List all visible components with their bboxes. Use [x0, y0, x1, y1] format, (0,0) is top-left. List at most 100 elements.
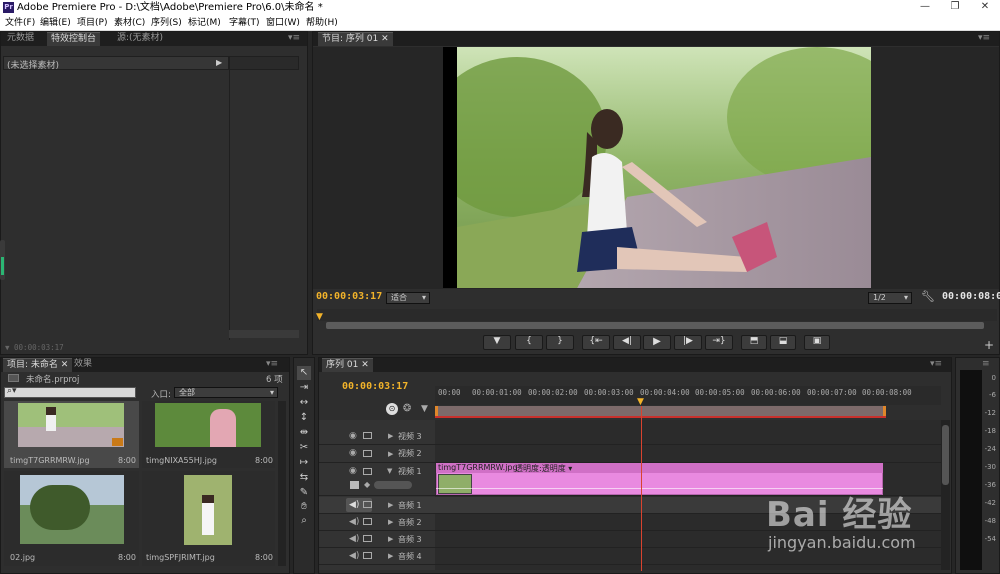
pen-tool-icon[interactable]: ✎	[297, 486, 311, 500]
panel-menu-icon[interactable]: ▾≡	[288, 33, 300, 43]
razor-tool-icon[interactable]: ✂	[297, 441, 311, 455]
eye-icon[interactable]: ◉	[349, 448, 357, 458]
speaker-icon[interactable]: ◀)	[349, 500, 359, 510]
export-frame-button[interactable]: ▣	[804, 335, 830, 350]
clip-thumbnail	[438, 474, 472, 494]
expand-arrow-icon[interactable]: ▶	[388, 518, 393, 526]
snap-icon[interactable]: ⊙	[386, 403, 398, 415]
rolling-edit-tool-icon[interactable]: ↕	[297, 411, 311, 425]
mini-timeline-header	[229, 56, 299, 70]
ripple-edit-tool-icon[interactable]: ↔	[297, 396, 311, 410]
menu-clip[interactable]: 素材(C)	[114, 16, 145, 30]
lift-button[interactable]: ⬒	[741, 335, 767, 350]
expand-arrow-icon[interactable]: ▶	[388, 535, 393, 543]
track-select-tool-icon[interactable]: ⇥	[297, 381, 311, 395]
play-button[interactable]: ▶	[643, 335, 671, 350]
work-area-bar[interactable]	[435, 406, 886, 416]
keyframe-icon[interactable]: ◆	[364, 480, 370, 489]
program-current-timecode[interactable]: 00:00:03:17	[316, 291, 382, 302]
lock-icon[interactable]	[363, 468, 372, 475]
menu-help[interactable]: 帮助(H)	[306, 16, 338, 30]
expand-arrow-icon[interactable]: ▶	[388, 450, 393, 458]
wrench-icon[interactable]: 🔧︎	[921, 290, 935, 303]
playhead-line[interactable]	[641, 406, 642, 571]
close-icon[interactable]: ✕	[970, 0, 1000, 15]
no-clip-selected-label: (未选择素材)	[7, 61, 60, 71]
project-scrollbar[interactable]	[278, 401, 286, 566]
timeline-panel-menu-icon[interactable]: ▾≡	[930, 359, 942, 369]
meter-label: -42	[984, 499, 996, 507]
menu-project[interactable]: 项目(P)	[77, 16, 107, 30]
extract-button[interactable]: ⬓	[770, 335, 796, 350]
menu-file[interactable]: 文件(F)	[5, 16, 35, 30]
speaker-icon[interactable]: ◀)	[349, 517, 359, 527]
step-forward-button[interactable]: |▶	[674, 335, 702, 350]
fit-dropdown[interactable]: 适合 ▾	[386, 292, 430, 304]
selection-tool-icon[interactable]: ↖	[297, 366, 311, 380]
meter-menu-icon[interactable]: ≡	[982, 359, 990, 369]
project-item-duration: 8:00	[118, 553, 136, 562]
work-area-in-handle[interactable]	[435, 406, 438, 416]
timeline-timecode[interactable]: 00:00:03:17	[342, 381, 408, 392]
clip-effect-dropdown[interactable]: 透明度:透明度 ▾	[515, 463, 572, 474]
step-back-button[interactable]: ◀|	[613, 335, 641, 350]
menu-marker[interactable]: 标记(M)	[188, 16, 221, 30]
display-style-icon[interactable]	[350, 481, 359, 489]
project-search-input[interactable]: ⌕▾	[4, 386, 136, 398]
add-button-icon[interactable]: +	[984, 338, 994, 352]
project-panel-menu-icon[interactable]: ▾≡	[266, 359, 278, 369]
slide-tool-icon[interactable]: ⇆	[297, 471, 311, 485]
tab-effects[interactable]: 效果	[70, 358, 96, 372]
mini-scrollbar[interactable]	[229, 330, 299, 338]
mark-out-button[interactable]: }	[546, 335, 574, 350]
play-triangle-icon[interactable]: ▶	[216, 58, 222, 67]
in-point-dropdown[interactable]: 全部 ▾	[174, 387, 278, 398]
lock-icon[interactable]	[363, 432, 372, 439]
eye-icon[interactable]: ◉	[349, 431, 357, 441]
go-to-in-button[interactable]: {⇤	[582, 335, 610, 350]
slip-tool-icon[interactable]: ↦	[297, 456, 311, 470]
add-marker-icon[interactable]: ▼	[421, 404, 428, 414]
speaker-icon[interactable]: ◀)	[349, 534, 359, 544]
menu-sequence[interactable]: 序列(S)	[151, 16, 182, 30]
sequence-marker-icon[interactable]: ❂	[403, 403, 411, 414]
expand-arrow-icon[interactable]: ▶	[388, 501, 393, 509]
program-panel-menu-icon[interactable]: ▾≡	[978, 33, 990, 43]
menu-edit[interactable]: 编辑(E)	[40, 16, 71, 30]
menu-title[interactable]: 字幕(T)	[229, 16, 260, 30]
resolution-dropdown[interactable]: 1/2 ▾	[868, 292, 912, 304]
program-duration-timecode: 00:00:08:00	[942, 291, 1000, 302]
work-area-out-handle[interactable]	[883, 406, 886, 416]
keyframe-nav[interactable]	[374, 481, 412, 489]
program-time-ruler[interactable]	[317, 309, 997, 321]
menu-window[interactable]: 窗口(W)	[266, 16, 300, 30]
timeline-scroll-thumb[interactable]	[942, 425, 949, 485]
add-marker-button[interactable]: ▼	[483, 335, 511, 350]
lock-icon[interactable]	[363, 518, 372, 525]
restore-icon[interactable]: ❐	[940, 0, 970, 15]
lock-icon[interactable]	[363, 535, 372, 542]
tab-program[interactable]: 节目: 序列 01 ✕	[318, 32, 393, 46]
program-playhead-icon[interactable]: ▼	[316, 312, 323, 322]
lock-icon[interactable]	[363, 501, 372, 508]
speaker-icon[interactable]: ◀)	[349, 551, 359, 561]
lock-icon[interactable]	[363, 450, 372, 457]
tab-sequence[interactable]: 序列 01 ✕	[322, 358, 373, 372]
tab-metadata[interactable]: 元数据	[3, 32, 38, 46]
collapse-arrow-icon[interactable]: ▼	[387, 467, 392, 475]
expand-arrow-icon[interactable]: ▶	[388, 552, 393, 560]
hand-tool-icon[interactable]: ✋︎	[297, 500, 311, 514]
program-zoom-bar[interactable]	[326, 322, 984, 329]
rate-stretch-tool-icon[interactable]: ⇹	[297, 426, 311, 440]
mark-in-button[interactable]: {	[515, 335, 543, 350]
go-to-out-button[interactable]: ⇥}	[705, 335, 733, 350]
tab-effect-controls[interactable]: 特效控制台	[47, 32, 101, 46]
expand-arrow-icon[interactable]: ▶	[388, 432, 393, 440]
tab-source[interactable]: 源:(无素材)	[113, 32, 167, 46]
zoom-tool-icon[interactable]: ⌕	[297, 514, 311, 528]
eye-icon[interactable]: ◉	[349, 466, 357, 476]
lock-icon[interactable]	[363, 552, 372, 559]
project-item-name: timgNIXA55HJ.jpg	[146, 456, 218, 465]
minimize-icon[interactable]: —	[910, 0, 940, 15]
tab-project[interactable]: 项目: 未命名 ✕	[3, 358, 73, 372]
